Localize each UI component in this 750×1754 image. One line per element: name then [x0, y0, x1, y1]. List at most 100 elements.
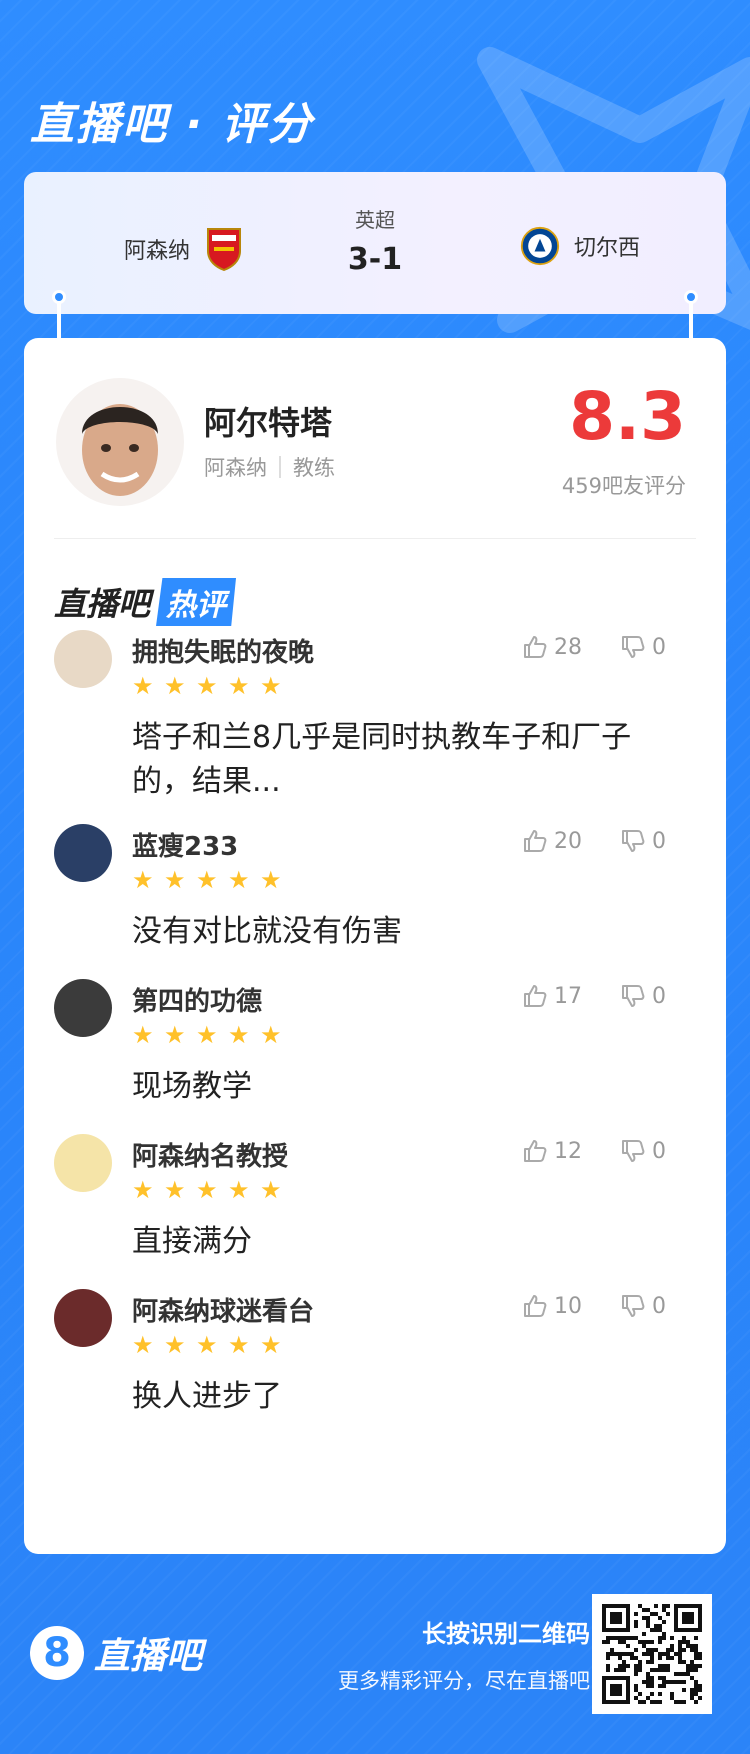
- hot-title-brand: 直播吧: [54, 585, 151, 623]
- away-team: 切尔西: [520, 224, 640, 268]
- hot-title-tag: 热评: [156, 578, 237, 626]
- dislike-count: 0: [652, 983, 666, 1009]
- dislike-button[interactable]: 0: [620, 828, 666, 854]
- star-icon: ★: [164, 672, 186, 700]
- logo-text: 直播吧: [94, 1636, 203, 1677]
- away-team-name: 切尔西: [574, 236, 641, 261]
- like-button[interactable]: 10: [522, 1293, 582, 1319]
- star-icon: ★: [228, 866, 250, 894]
- thumbs-down-icon: [622, 636, 645, 658]
- comment-text: 现场教学: [132, 1069, 252, 1104]
- comment-rating-stars: ★ ★ ★ ★ ★: [132, 868, 284, 892]
- thumbs-down-icon: [622, 1140, 645, 1162]
- thumbs-up-icon: [524, 1295, 547, 1317]
- connector-dot: [684, 290, 698, 304]
- thumbs-up-icon: [524, 1140, 547, 1162]
- footer-line1: 长按识别二维码: [422, 1620, 590, 1648]
- dislike-count: 0: [652, 1138, 666, 1164]
- player-name: 阿尔特塔: [204, 404, 333, 442]
- thumbs-up-icon: [524, 830, 547, 852]
- footer-text: 长按识别二维码 更多精彩评分，尽在直播吧: [338, 1614, 590, 1695]
- star-icon: ★: [260, 1176, 282, 1204]
- star-icon: ★: [196, 1331, 218, 1359]
- commenter-name[interactable]: 阿森纳球迷看台: [132, 1291, 314, 1328]
- like-button[interactable]: 17: [522, 983, 582, 1009]
- star-icon: ★: [132, 866, 154, 894]
- comment-rating-stars: ★ ★ ★ ★ ★: [132, 1023, 284, 1047]
- star-icon: ★: [164, 1331, 186, 1359]
- commenter-name[interactable]: 第四的功德: [132, 981, 262, 1018]
- rating-card: 阿尔特塔 阿森纳 教练 8.3 459吧友评分 直播吧 热评 拥抱失眠的夜晚 ★…: [24, 338, 726, 1554]
- thumbs-up-icon: [524, 985, 547, 1007]
- like-count: 20: [554, 828, 582, 854]
- star-icon: ★: [260, 1331, 282, 1359]
- star-icon: ★: [260, 1021, 282, 1049]
- like-count: 10: [554, 1293, 582, 1319]
- comment-rating-stars: ★ ★ ★ ★ ★: [132, 1178, 284, 1202]
- commenter-name[interactable]: 阿森纳名教授: [132, 1136, 288, 1173]
- star-icon: ★: [260, 866, 282, 894]
- page-title: 直播吧 · 评分: [30, 99, 314, 150]
- qr-code[interactable]: [592, 1594, 712, 1714]
- thumbs-down-icon: [622, 830, 645, 852]
- meta-separator: [279, 456, 281, 478]
- chelsea-crest-icon: [520, 226, 560, 266]
- dislike-button[interactable]: 0: [620, 1138, 666, 1164]
- divider: [54, 538, 696, 539]
- star-icon: ★: [228, 1331, 250, 1359]
- dislike-count: 0: [652, 634, 666, 660]
- like-button[interactable]: 28: [522, 634, 582, 660]
- star-icon: ★: [196, 866, 218, 894]
- comment-text: 没有对比就没有伤害: [132, 914, 402, 949]
- thumbs-up-icon: [524, 636, 547, 658]
- dislike-count: 0: [652, 1293, 666, 1319]
- star-icon: ★: [196, 672, 218, 700]
- player-role: 教练: [293, 456, 335, 480]
- comment-rating-stars: ★ ★ ★ ★ ★: [132, 1333, 284, 1357]
- dislike-button[interactable]: 0: [620, 634, 666, 660]
- dislike-button[interactable]: 0: [620, 983, 666, 1009]
- like-button[interactable]: 20: [522, 828, 582, 854]
- star-icon: ★: [132, 1331, 154, 1359]
- star-icon: ★: [196, 1176, 218, 1204]
- comment-text: 直接满分: [132, 1224, 252, 1259]
- commenter-name[interactable]: 拥抱失眠的夜晚: [132, 632, 314, 669]
- footer-logo: 8 直播吧: [30, 1626, 202, 1680]
- star-icon: ★: [164, 1021, 186, 1049]
- commenter-avatar[interactable]: [54, 824, 112, 882]
- dislike-count: 0: [652, 828, 666, 854]
- comment-text: 换人进步了: [132, 1379, 282, 1414]
- star-icon: ★: [164, 866, 186, 894]
- like-count: 28: [554, 634, 582, 660]
- star-icon: ★: [196, 1021, 218, 1049]
- commenter-avatar[interactable]: [54, 979, 112, 1037]
- star-icon: ★: [164, 1176, 186, 1204]
- like-count: 17: [554, 983, 582, 1009]
- player-team: 阿森纳: [204, 456, 267, 480]
- match-card: 阿森纳 英超 3-1 切尔西: [24, 172, 726, 314]
- star-icon: ★: [228, 1176, 250, 1204]
- star-icon: ★: [132, 672, 154, 700]
- thumbs-down-icon: [622, 985, 645, 1007]
- commenter-avatar[interactable]: [54, 1134, 112, 1192]
- thumbs-down-icon: [622, 1295, 645, 1317]
- comment-text: 塔子和兰8几乎是同时执教车子和厂子的，结果...: [132, 720, 632, 799]
- rating-count: 459吧友评分: [561, 474, 686, 498]
- star-icon: ★: [228, 1021, 250, 1049]
- commenter-avatar[interactable]: [54, 630, 112, 688]
- commenter-avatar[interactable]: [54, 1289, 112, 1347]
- player-rating: 8.3: [569, 378, 686, 455]
- like-button[interactable]: 12: [522, 1138, 582, 1164]
- star-icon: ★: [260, 672, 282, 700]
- star-icon: ★: [228, 672, 250, 700]
- commenter-name[interactable]: 蓝瘦233: [132, 826, 238, 863]
- logo-icon: 8: [30, 1626, 84, 1680]
- player-meta: 阿森纳 教练: [204, 452, 335, 482]
- qr-code-icon: [602, 1604, 702, 1704]
- like-count: 12: [554, 1138, 582, 1164]
- star-icon: ★: [132, 1021, 154, 1049]
- dislike-button[interactable]: 0: [620, 1293, 666, 1319]
- hot-comments-title: 直播吧 热评: [54, 578, 237, 626]
- star-icon: ★: [132, 1176, 154, 1204]
- connector-dot: [52, 290, 66, 304]
